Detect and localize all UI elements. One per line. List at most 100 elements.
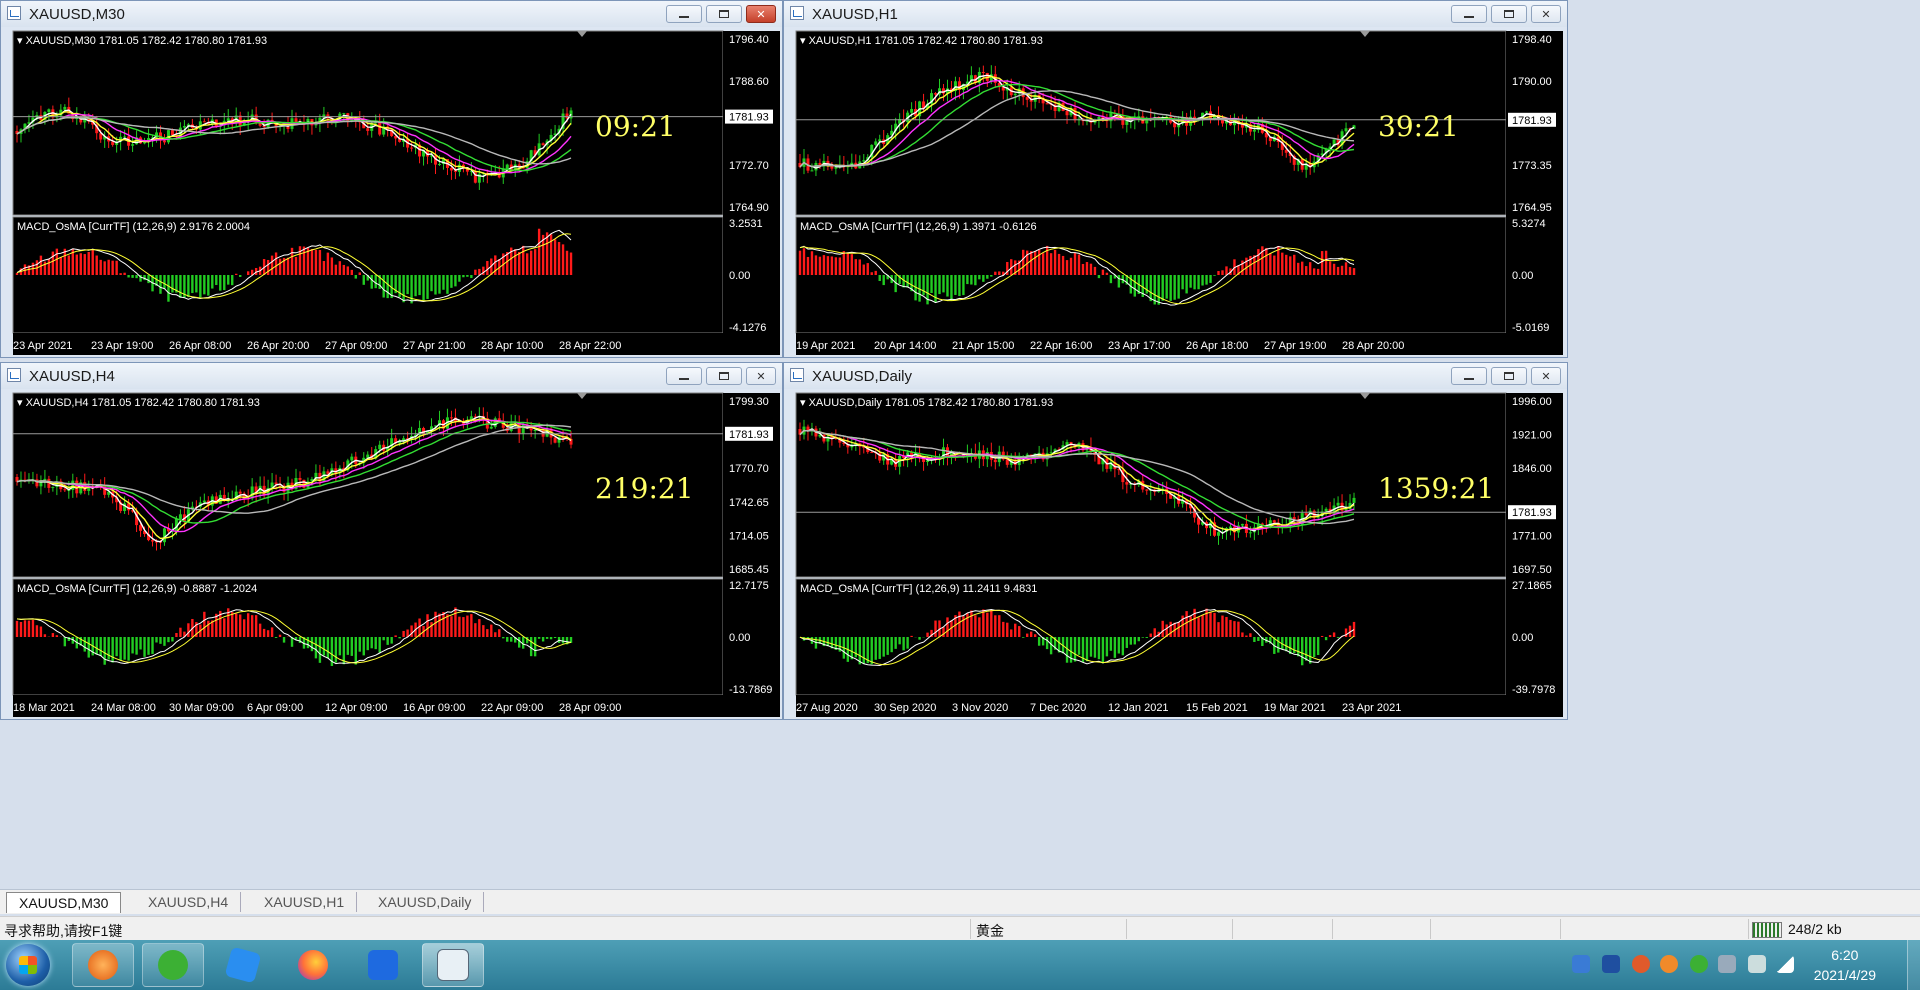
wechat-icon[interactable] [142, 943, 204, 987]
macd-histogram-bar [398, 637, 401, 639]
chart-area[interactable]: ▾ XAUUSD,H4 1781.05 1782.42 1780.80 1781… [5, 391, 780, 717]
tray-network-icon[interactable] [1718, 955, 1736, 973]
macd-histogram-bar [203, 611, 206, 637]
macd-axis-label: -5.0169 [1512, 322, 1549, 334]
maximize-button[interactable] [706, 5, 742, 23]
macd-histogram-bar [1161, 620, 1164, 637]
tab-xauusd-h4[interactable]: XAUUSD,H4 [136, 892, 242, 912]
macd-histogram-bar [91, 248, 94, 275]
chart-area[interactable]: ▾ XAUUSD,M30 1781.05 1782.42 1780.80 178… [5, 29, 780, 355]
macd-histogram-bar [1344, 628, 1348, 637]
tray-volume-muted-icon[interactable] [1748, 955, 1766, 973]
macd-histogram-bar [127, 637, 130, 661]
macd-histogram-bar [239, 275, 242, 277]
chart-window-h1[interactable]: XAUUSD,H1 ✕ ▾ XAUUSD,H1 1781.05 1782.42 … [783, 0, 1568, 358]
macd-histogram-bar [302, 246, 306, 275]
chart-area[interactable]: ▾ XAUUSD,H1 1781.05 1782.42 1780.80 1781… [788, 29, 1563, 355]
firefox-icon[interactable] [282, 943, 344, 987]
tray-shield-icon[interactable] [1602, 955, 1620, 973]
macd-histogram-bar [529, 250, 533, 275]
titlebar[interactable]: XAUUSD,Daily ✕ [784, 363, 1567, 389]
tray-usb-icon[interactable] [1572, 955, 1590, 973]
candle-body [170, 130, 174, 136]
macd-histogram-bar [231, 612, 234, 637]
macd-histogram-bar [450, 616, 453, 637]
chart-window-h4[interactable]: XAUUSD,H4 ✕ ▾ XAUUSD,H4 1781.05 1782.42 … [0, 362, 783, 720]
macd-histogram-bar [51, 251, 55, 275]
close-button[interactable]: ✕ [746, 367, 776, 385]
show-desktop-button[interactable] [1907, 940, 1920, 990]
macd-histogram-bar [1025, 633, 1029, 637]
macd-histogram-bar [862, 637, 865, 664]
chart-window-m30[interactable]: XAUUSD,M30 ✕ ▾ XAUUSD,M30 1781.05 1782.4… [0, 0, 783, 358]
price-axis-label: 1685.45 [729, 564, 769, 576]
maximize-button[interactable] [1491, 5, 1527, 23]
macd-histogram-bar [402, 275, 405, 303]
tray-wechat-icon[interactable] [1690, 955, 1708, 973]
chart-area[interactable]: ▾ XAUUSD,Daily 1781.05 1782.42 1780.80 1… [788, 391, 1563, 717]
titlebar[interactable]: XAUUSD,H4 ✕ [1, 363, 782, 389]
pen-app-icon[interactable] [212, 943, 274, 987]
status-traffic: 248/2 kb [1788, 921, 1842, 937]
macd-indicator-label: MACD_OsMA [CurrTF] (12,26,9) 1.3971 -0.6… [800, 221, 1037, 233]
macd-histogram-bar [1225, 266, 1228, 275]
tab-xauusd-m30[interactable]: XAUUSD,M30 [6, 892, 122, 913]
candle-body [322, 114, 326, 118]
macd-histogram-bar [1006, 622, 1009, 637]
macd-histogram-bar [533, 249, 537, 275]
tab-xauusd-h1[interactable]: XAUUSD,H1 [252, 892, 358, 912]
titlebar[interactable]: XAUUSD,M30 ✕ [1, 1, 782, 27]
maximize-button[interactable] [706, 367, 742, 385]
maximize-button[interactable] [1491, 367, 1527, 385]
lark-icon[interactable] [352, 943, 414, 987]
macd-histogram-bar [942, 275, 945, 293]
macd-histogram-bar [537, 228, 541, 275]
macd-histogram-bar [207, 620, 210, 637]
minimize-button[interactable] [1451, 5, 1487, 23]
chart-window-daily[interactable]: XAUUSD,Daily ✕ ▾ XAUUSD,Daily 1781.05 17… [783, 362, 1568, 720]
macd-histogram-bar [474, 623, 477, 637]
candle-body [178, 514, 182, 519]
price-axis-label: 1770.70 [729, 463, 769, 475]
macd-histogram-bar [818, 256, 822, 275]
mt4-terminal-icon[interactable] [422, 943, 484, 987]
macd-histogram-bar [950, 275, 953, 301]
macd-histogram-bar [1289, 256, 1292, 275]
macd-histogram-bar [1149, 633, 1152, 637]
macd-histogram-bar [966, 275, 969, 285]
window-title: XAUUSD,Daily [812, 368, 913, 385]
macd-histogram-bar [862, 264, 865, 275]
start-orb[interactable] [6, 944, 50, 986]
macd-histogram-bar [67, 255, 71, 275]
titlebar[interactable]: XAUUSD,H1 ✕ [784, 1, 1567, 27]
tab-xauusd-daily[interactable]: XAUUSD,Daily [366, 892, 485, 912]
macd-histogram-bar [553, 637, 557, 639]
system-clock[interactable]: 6:20 2021/4/29 [1814, 945, 1876, 985]
macd-histogram-bar [51, 633, 55, 637]
candle-body [378, 122, 382, 135]
tray-game-icon[interactable] [1632, 955, 1650, 973]
macd-histogram-bar [545, 637, 549, 639]
macd-histogram-bar [338, 261, 342, 275]
flame-app-icon[interactable] [72, 943, 134, 987]
minimize-button[interactable] [666, 367, 702, 385]
tray-flame-icon[interactable] [1660, 955, 1678, 973]
close-button[interactable]: ✕ [1531, 367, 1561, 385]
macd-histogram-bar [982, 275, 985, 282]
time-axis-label: 22 Apr 16:00 [1030, 340, 1092, 352]
close-button[interactable]: ✕ [746, 5, 776, 23]
macd-histogram-bar [537, 637, 541, 639]
macd-histogram-bar [1117, 637, 1121, 654]
bar-countdown-timer: 09:21 [595, 110, 676, 143]
macd-histogram-bar [135, 637, 138, 655]
close-button[interactable]: ✕ [1531, 5, 1561, 23]
minimize-button[interactable] [666, 5, 702, 23]
macd-histogram-bar [215, 275, 218, 286]
macd-histogram-bar [533, 637, 537, 657]
macd-histogram-bar [350, 637, 353, 656]
minimize-button[interactable] [1451, 367, 1487, 385]
macd-histogram-bar [1301, 261, 1304, 275]
macd-histogram-bar [1033, 634, 1037, 637]
tray-wifi-icon[interactable] [1776, 955, 1794, 973]
macd-histogram-bar [1125, 637, 1129, 648]
